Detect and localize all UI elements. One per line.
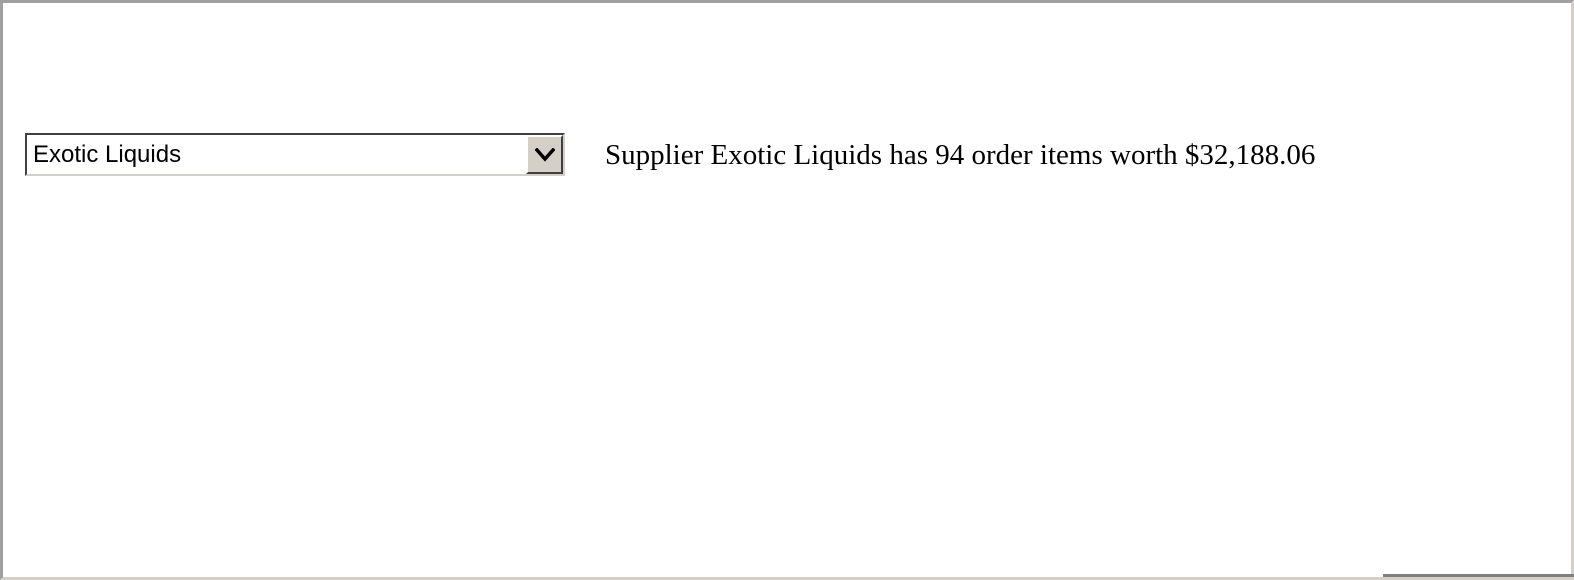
supplier-summary-row: Exotic Liquids Supplier Exotic Liquids h…	[25, 133, 1315, 176]
supplier-dropdown[interactable]: Exotic Liquids	[25, 133, 565, 176]
page-frame: Exotic Liquids Supplier Exotic Liquids h…	[0, 0, 1574, 580]
chevron-down-icon	[534, 147, 555, 162]
dropdown-button[interactable]	[526, 135, 563, 174]
bottom-edge-divider	[1383, 574, 1574, 577]
supplier-dropdown-value: Exotic Liquids	[33, 141, 182, 168]
supplier-summary-text: Supplier Exotic Liquids has 94 order ite…	[605, 138, 1316, 171]
